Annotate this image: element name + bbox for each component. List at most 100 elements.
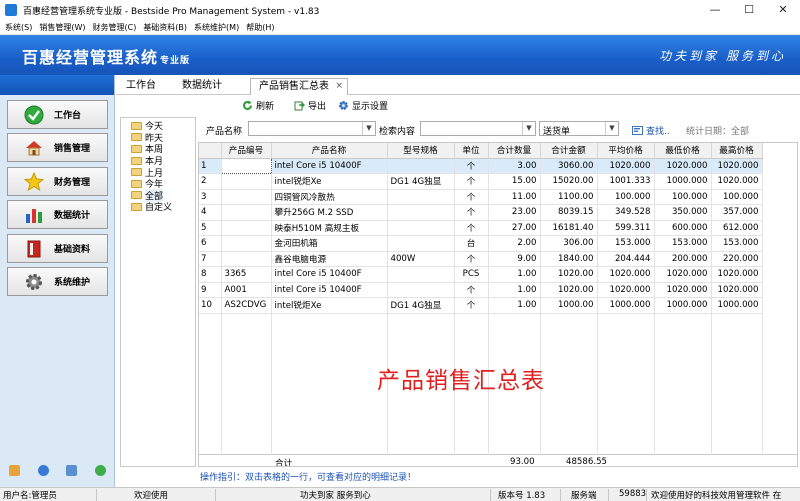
table-cell[interactable]: 1001.333 bbox=[597, 173, 655, 190]
table-cell[interactable] bbox=[221, 173, 272, 190]
table-cell[interactable]: 600.000 bbox=[654, 220, 712, 236]
nav-workbench[interactable]: 工作台 bbox=[7, 100, 108, 129]
table-cell[interactable]: 23.00 bbox=[488, 204, 541, 221]
table-row[interactable]: 6 金河田机箱台 2.00 306.00 153.000 153.000 153.000 bbox=[199, 235, 763, 252]
tree-item-this-week[interactable]: 本周 bbox=[121, 143, 195, 155]
col-header-product-code[interactable]: 产品编号 bbox=[221, 143, 272, 159]
table-cell[interactable]: 153.000 bbox=[711, 235, 763, 252]
table-cell[interactable]: 1 bbox=[199, 158, 222, 174]
tree-item-this-year[interactable]: 今年 bbox=[121, 178, 195, 190]
col-header-spec[interactable]: 型号规格 bbox=[387, 143, 455, 159]
table-cell[interactable]: 306.00 bbox=[540, 235, 598, 252]
tree-item-yesterday[interactable]: 昨天 bbox=[121, 132, 195, 144]
table-cell[interactable]: 10 bbox=[199, 297, 222, 314]
table-cell[interactable]: 1000.000 bbox=[711, 297, 763, 314]
table-cell[interactable]: 1020.000 bbox=[711, 266, 763, 283]
table-cell[interactable]: 8039.15 bbox=[540, 204, 598, 221]
table-cell[interactable]: 357.000 bbox=[711, 204, 763, 221]
nav-finance[interactable]: 财务管理 bbox=[7, 167, 108, 196]
table-cell[interactable]: 1020.000 bbox=[711, 158, 763, 174]
table-cell[interactable]: 个 bbox=[454, 251, 489, 267]
table-row[interactable]: 4 攀升256G M.2 SSD 个 23.00 8039.15 349.528 350.0… bbox=[199, 204, 763, 221]
table-cell[interactable]: 11.00 bbox=[488, 189, 541, 205]
table-cell[interactable]: 100.000 bbox=[654, 189, 712, 205]
nav-statistics[interactable]: 数据统计 bbox=[7, 200, 108, 229]
table-cell[interactable]: intel Core i5 10400F bbox=[271, 266, 388, 283]
table-cell[interactable]: AS2CDVG bbox=[221, 297, 272, 314]
table-cell[interactable]: intel锐炬Xe bbox=[271, 173, 388, 190]
table-cell[interactable]: 2 bbox=[199, 173, 222, 190]
table-cell[interactable]: 153.000 bbox=[654, 235, 712, 252]
table-cell[interactable]: 350.000 bbox=[654, 204, 712, 221]
refresh-icon[interactable] bbox=[95, 464, 107, 476]
col-header-min-price[interactable]: 最低价格 bbox=[654, 143, 712, 159]
table-cell[interactable]: 1020.000 bbox=[654, 158, 712, 174]
table-cell[interactable]: DG1 4G独显 bbox=[387, 297, 455, 314]
table-cell[interactable]: 16181.40 bbox=[540, 220, 598, 236]
help-icon[interactable] bbox=[37, 464, 49, 476]
note-icon[interactable] bbox=[8, 464, 20, 476]
table-cell[interactable]: 1000.00 bbox=[540, 297, 598, 314]
table-cell[interactable]: 2.00 bbox=[488, 235, 541, 252]
table-cell[interactable]: 1020.000 bbox=[711, 282, 763, 298]
table-cell[interactable]: 15.00 bbox=[488, 173, 541, 190]
tab-workbench[interactable]: 工作台 bbox=[126, 78, 156, 95]
tree-item-this-month[interactable]: 本月 bbox=[121, 155, 195, 167]
table-cell[interactable]: 5 bbox=[199, 220, 222, 236]
table-cell[interactable] bbox=[221, 235, 272, 252]
table-cell[interactable]: 100.000 bbox=[597, 189, 655, 205]
table-cell[interactable]: 200.000 bbox=[654, 251, 712, 267]
tree-item-today[interactable]: 今天 bbox=[121, 120, 195, 132]
table-cell[interactable]: 1.00 bbox=[488, 297, 541, 314]
table-cell[interactable] bbox=[221, 251, 272, 267]
table-cell[interactable] bbox=[221, 204, 272, 221]
table-row[interactable]: 1 intel Core i5 10400F 个 3.00 3060.00 1020.00… bbox=[199, 157, 763, 174]
col-header-avg-price[interactable]: 平均价格 bbox=[597, 143, 655, 159]
minimize-button[interactable]: — bbox=[698, 0, 732, 20]
table-cell[interactable]: 100.000 bbox=[711, 189, 763, 205]
menu-help[interactable]: 帮助(H) bbox=[246, 22, 274, 33]
col-header-total-amount[interactable]: 合计金额 bbox=[540, 143, 598, 159]
table-cell[interactable]: 8 bbox=[199, 266, 222, 283]
close-icon[interactable]: × bbox=[335, 79, 343, 94]
table-cell[interactable] bbox=[387, 235, 455, 252]
table-cell[interactable] bbox=[220, 157, 272, 174]
document-type-select[interactable]: 送货单 ▼ bbox=[539, 121, 619, 137]
tab-statistics[interactable]: 数据统计 bbox=[182, 78, 222, 95]
menu-sales[interactable]: 销售管理(W) bbox=[39, 22, 85, 33]
table-cell[interactable]: 9.00 bbox=[488, 251, 541, 267]
table-cell[interactable]: 1840.00 bbox=[540, 251, 598, 267]
table-row[interactable]: 3 四铜管风冷散热个 11.00 1100.00 100.000 100.000 100.0… bbox=[199, 189, 763, 205]
table-cell[interactable] bbox=[387, 158, 455, 174]
maximize-button[interactable]: ☐ bbox=[732, 0, 766, 20]
table-cell[interactable]: 攀升256G M.2 SSD bbox=[271, 204, 388, 221]
tree-item-custom[interactable]: 自定义 bbox=[121, 201, 195, 213]
table-cell[interactable]: 1.00 bbox=[488, 282, 541, 298]
table-cell[interactable]: 220.000 bbox=[711, 251, 763, 267]
tab-product-sales-summary[interactable]: 产品销售汇总表 × bbox=[250, 78, 348, 95]
table-cell[interactable]: 台 bbox=[454, 235, 489, 252]
table-cell[interactable]: 9 bbox=[199, 282, 222, 298]
table-cell[interactable]: 1020.000 bbox=[597, 282, 655, 298]
table-cell[interactable]: 1020.000 bbox=[597, 158, 655, 174]
col-header-unit[interactable]: 单位 bbox=[454, 143, 489, 159]
table-cell[interactable]: 1.00 bbox=[488, 266, 541, 283]
table-cell[interactable]: 四铜管风冷散热 bbox=[271, 189, 388, 205]
tree-item-all[interactable]: 全部 bbox=[121, 188, 195, 202]
sales-summary-grid[interactable]: 产品编号 产品名称 型号规格 单位 合计数量 合计金额 平均价格 最低价格 最高… bbox=[198, 142, 798, 467]
table-cell[interactable]: 个 bbox=[454, 297, 489, 314]
table-row[interactable]: 7 鑫谷电脑电源 400W 个 9.00 1840.00 204.444 200.000 220… bbox=[199, 251, 763, 267]
menu-basic-data[interactable]: 基础资料(B) bbox=[143, 22, 187, 33]
table-cell[interactable]: 1020.00 bbox=[540, 282, 598, 298]
table-cell[interactable]: 1000.000 bbox=[654, 297, 712, 314]
table-cell[interactable]: 3 bbox=[199, 189, 222, 205]
table-cell[interactable]: 612.000 bbox=[711, 220, 763, 236]
table-cell[interactable] bbox=[387, 266, 455, 283]
menu-maintenance[interactable]: 系统维护(M) bbox=[194, 22, 239, 33]
table-cell[interactable]: 1000.000 bbox=[597, 297, 655, 314]
find-button[interactable]: 查找.. bbox=[632, 124, 670, 137]
table-cell[interactable]: 3365 bbox=[221, 266, 272, 283]
table-row[interactable]: 9 A001 intel Core i5 10400F 个 1.00 1020.00 102… bbox=[199, 282, 763, 298]
table-cell[interactable]: 4 bbox=[199, 204, 222, 221]
col-header-max-price[interactable]: 最高价格 bbox=[711, 143, 763, 159]
